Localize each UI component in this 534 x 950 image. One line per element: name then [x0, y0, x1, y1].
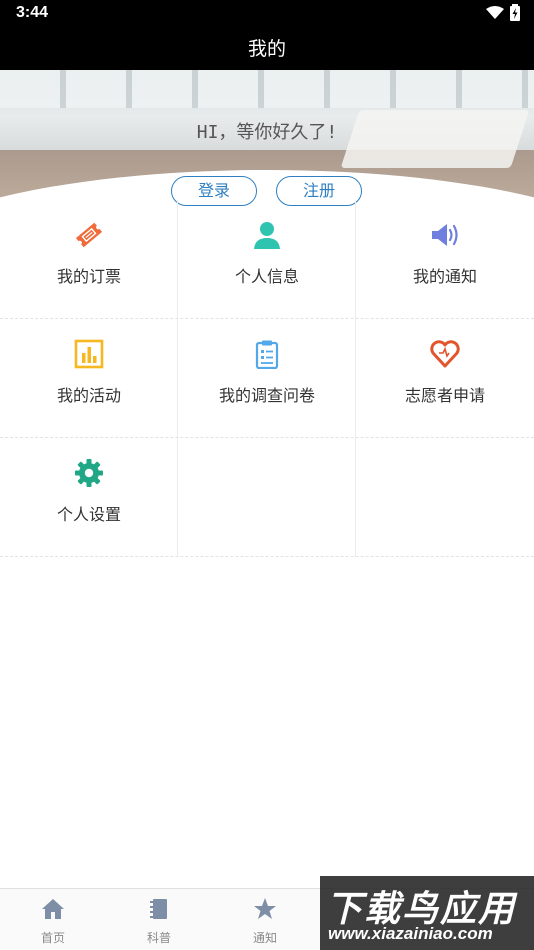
- nav-science[interactable]: 科普: [106, 889, 212, 950]
- menu-label: 我的活动: [56, 386, 121, 405]
- hero-banner: HI，等你好久了!: [0, 70, 534, 202]
- grid-divider: [355, 200, 356, 557]
- menu-label: 个人信息: [234, 267, 299, 286]
- menu-item-volunteer[interactable]: 志愿者申请: [356, 319, 534, 438]
- notebook-icon: [150, 899, 167, 919]
- speaker-icon: [432, 224, 458, 246]
- grid-divider: [177, 200, 178, 557]
- menu-item-surveys[interactable]: 我的调查问卷: [178, 319, 356, 438]
- page-title: 我的: [247, 38, 286, 60]
- clipboard-icon: [255, 340, 279, 369]
- menu-label: 我的通知: [412, 267, 477, 286]
- nav-home[interactable]: 首页: [0, 889, 106, 950]
- nav-notices[interactable]: 通知: [212, 889, 318, 950]
- ticket-icon: [75, 222, 103, 248]
- bar-chart-icon: [74, 339, 104, 369]
- watermark-url: www.xiazainiao.com: [328, 924, 493, 943]
- status-time: 3:44: [16, 4, 49, 21]
- star-icon: [254, 898, 276, 919]
- hero-background-window: [0, 70, 534, 108]
- heart-icon: [430, 340, 460, 368]
- gear-icon: [75, 459, 103, 487]
- title-bar: 我的: [0, 28, 534, 70]
- nav-label: 科普: [146, 931, 171, 945]
- menu-label: 我的订票: [56, 267, 121, 286]
- nav-label: 通知: [252, 931, 277, 945]
- nav-label: 首页: [40, 931, 65, 945]
- menu-item-settings[interactable]: 个人设置: [0, 438, 178, 557]
- home-icon: [42, 899, 64, 919]
- grid-divider: [0, 437, 534, 438]
- menu-label: 志愿者申请: [404, 386, 485, 405]
- greeting-text: HI，等你好久了!: [196, 122, 338, 143]
- status-icons: [486, 4, 520, 21]
- wifi-icon: [486, 5, 504, 19]
- user-icon: [254, 222, 280, 249]
- grid-divider: [0, 318, 534, 319]
- menu-item-activities[interactable]: 我的活动: [0, 319, 178, 438]
- watermark: 下载鸟应用 www.xiazainiao.com: [320, 876, 534, 950]
- status-bar: 3:44: [0, 0, 534, 28]
- menu-item-notices[interactable]: 我的通知: [356, 200, 534, 319]
- battery-icon: [510, 4, 520, 21]
- menu-label: 个人设置: [56, 505, 121, 524]
- menu-item-profile[interactable]: 个人信息: [178, 200, 356, 319]
- grid-divider: [0, 556, 534, 557]
- menu-item-tickets[interactable]: 我的订票: [0, 200, 178, 319]
- menu-label: 我的调查问卷: [218, 386, 315, 405]
